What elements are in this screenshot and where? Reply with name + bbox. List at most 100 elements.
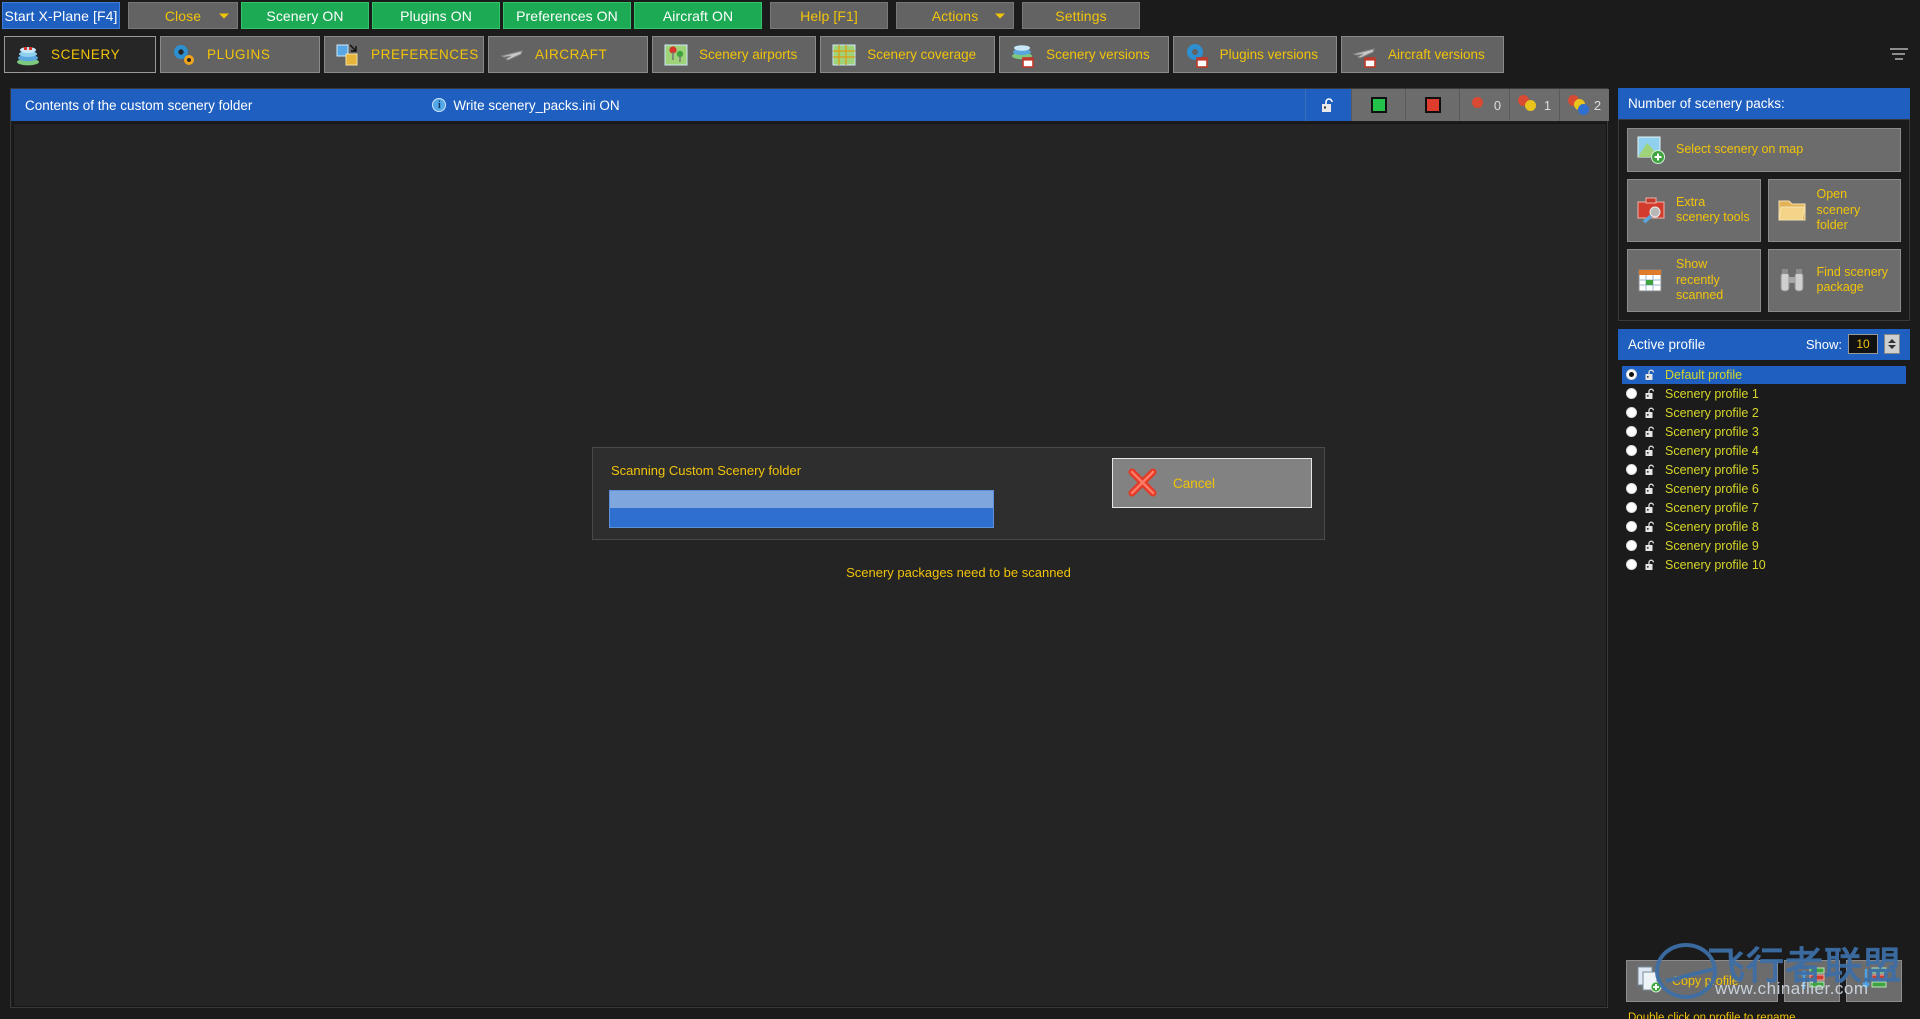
- profile-hint: Double click on profile to rename Right …: [1618, 1002, 1910, 1019]
- settings-button[interactable]: Settings: [1022, 2, 1140, 29]
- airplane-calendar-icon: [1352, 42, 1378, 68]
- cancel-scan-button[interactable]: Cancel: [1112, 458, 1312, 508]
- unlock-icon[interactable]: [1644, 464, 1658, 476]
- tab-scenery[interactable]: SCENERY: [4, 36, 156, 73]
- actions-label: Actions: [931, 7, 979, 24]
- export-profile-button[interactable]: [1846, 959, 1902, 1002]
- unlock-icon[interactable]: [1644, 407, 1658, 419]
- cancel-scan-label: Cancel: [1173, 475, 1216, 491]
- profile-radio-icon[interactable]: [1626, 388, 1637, 400]
- tab-overflow-menu-icon[interactable]: [1890, 48, 1908, 62]
- profile-radio-icon[interactable]: [1626, 521, 1637, 533]
- profile-row-default[interactable]: Default profile: [1622, 365, 1906, 384]
- copy-profile-button[interactable]: Copy profile: [1626, 959, 1778, 1002]
- profile-row-5[interactable]: Scenery profile 5: [1622, 461, 1906, 479]
- plugins-toggle-button[interactable]: Plugins ON: [372, 2, 500, 29]
- unlock-icon[interactable]: [1644, 502, 1658, 514]
- airplane-icon: [499, 42, 525, 68]
- tab-plugins[interactable]: PLUGINS: [160, 36, 320, 73]
- profile-label: Scenery profile 9: [1665, 538, 1759, 553]
- help-button[interactable]: Help [F1]: [770, 2, 888, 29]
- unlock-icon[interactable]: [1644, 559, 1658, 571]
- profile-radio-icon[interactable]: [1626, 502, 1637, 514]
- profile-row-4[interactable]: Scenery profile 4: [1622, 442, 1906, 460]
- scenery-packs-header-label: Number of scenery packs:: [1628, 96, 1785, 111]
- application-window: Start X-Plane [F4] Close Scenery ON Plug…: [0, 0, 1920, 1019]
- profile-radio-icon[interactable]: [1626, 559, 1637, 571]
- profile-hint-line1: Double click on profile to rename: [1628, 1011, 1796, 1019]
- tab-plugins-versions-label: Plugins versions: [1219, 47, 1318, 62]
- profile-radio-icon[interactable]: [1626, 426, 1637, 438]
- folder-icon: [1777, 196, 1806, 224]
- gears-icon: [171, 42, 197, 68]
- aircraft-toggle-button[interactable]: Aircraft ON: [634, 2, 762, 29]
- scenery-toggle-label: Scenery ON: [266, 7, 344, 24]
- profile-row-3[interactable]: Scenery profile 3: [1622, 423, 1906, 441]
- red-yellow-balls-icon: [1517, 95, 1540, 115]
- gear-calendar-icon: [1184, 42, 1210, 68]
- disable-all-button[interactable]: [1405, 89, 1459, 121]
- profile-row-1[interactable]: Scenery profile 1: [1622, 385, 1906, 403]
- show-count-stepper[interactable]: [1884, 334, 1900, 355]
- profile-label: Scenery profile 8: [1665, 519, 1759, 534]
- unlock-icon[interactable]: [1644, 426, 1658, 438]
- chevron-down-icon[interactable]: [995, 13, 1005, 18]
- profile-row-6[interactable]: Scenery profile 6: [1622, 480, 1906, 498]
- preferences-toggle-button[interactable]: Preferences ON: [503, 2, 631, 29]
- count-red-yellow-group[interactable]: 1: [1509, 89, 1559, 121]
- scenery-toggle-button[interactable]: Scenery ON: [241, 2, 369, 29]
- count-red-yellow-blue-group[interactable]: 2: [1559, 89, 1609, 121]
- profile-radio-icon[interactable]: [1626, 407, 1637, 419]
- profile-radio-icon[interactable]: [1626, 464, 1637, 476]
- tab-scenery-coverage[interactable]: Scenery coverage: [820, 36, 996, 73]
- unlock-icon[interactable]: [1644, 540, 1658, 552]
- unlock-icon[interactable]: [1644, 388, 1658, 400]
- tab-preferences[interactable]: PREFERENCES: [324, 36, 484, 73]
- unlock-icon[interactable]: [1644, 483, 1658, 495]
- tab-aircraft-label: AIRCRAFT: [535, 47, 608, 62]
- profile-row-10[interactable]: Scenery profile 10: [1622, 556, 1906, 574]
- profile-radio-icon[interactable]: [1626, 483, 1637, 495]
- actions-button[interactable]: Actions: [896, 2, 1014, 29]
- tab-scenery-airports[interactable]: Scenery airports: [652, 36, 817, 73]
- tab-aircraft[interactable]: AIRCRAFT: [488, 36, 648, 73]
- profile-label: Scenery profile 10: [1665, 557, 1766, 572]
- start-xplane-button[interactable]: Start X-Plane [F4]: [2, 2, 120, 29]
- unlock-icon[interactable]: [1644, 445, 1658, 457]
- show-count-input[interactable]: 10: [1848, 334, 1878, 355]
- unlock-icon[interactable]: [1644, 521, 1658, 533]
- import-profile-button[interactable]: [1784, 959, 1840, 1002]
- open-scenery-folder-button[interactable]: Open scenery folder: [1767, 179, 1901, 242]
- profile-label: Default profile: [1665, 367, 1743, 382]
- green-square-icon: [1370, 97, 1387, 113]
- enable-all-button[interactable]: [1351, 89, 1405, 121]
- profile-list[interactable]: Default profile Scenery profile 1 Scener…: [1618, 359, 1910, 960]
- chevron-down-icon[interactable]: [219, 13, 229, 18]
- red-ball-icon: [1468, 95, 1490, 115]
- show-recently-scanned-button[interactable]: Show recently scanned: [1627, 248, 1761, 312]
- count-red-group[interactable]: 0: [1459, 89, 1509, 121]
- find-scenery-package-label: Find scenery package: [1816, 264, 1889, 295]
- lock-toggle-button[interactable]: [1305, 89, 1351, 121]
- unlock-icon[interactable]: [1644, 369, 1658, 381]
- right-sidebar: Number of scenery packs: Select scenery …: [1618, 88, 1910, 1019]
- profile-row-2[interactable]: Scenery profile 2: [1622, 404, 1906, 422]
- unlock-icon: [1320, 97, 1338, 113]
- select-scenery-on-map-button[interactable]: Select scenery on map: [1627, 128, 1901, 172]
- grid-map-icon: [831, 42, 857, 68]
- show-count-control[interactable]: Show: 10: [1806, 334, 1900, 355]
- tab-plugins-versions[interactable]: Plugins versions: [1172, 36, 1337, 73]
- profile-row-7[interactable]: Scenery profile 7: [1622, 499, 1906, 517]
- profile-row-8[interactable]: Scenery profile 8: [1622, 518, 1906, 536]
- profile-radio-icon[interactable]: [1626, 540, 1637, 552]
- tab-aircraft-versions[interactable]: Aircraft versions: [1340, 36, 1504, 73]
- profile-radio-icon[interactable]: [1626, 369, 1637, 381]
- tab-scenery-versions[interactable]: Scenery versions: [999, 36, 1169, 73]
- write-ini-status[interactable]: i Write scenery_packs.ini ON: [432, 98, 620, 113]
- tab-plugins-label: PLUGINS: [207, 47, 271, 62]
- profile-radio-icon[interactable]: [1626, 445, 1637, 457]
- find-scenery-package-button[interactable]: Find scenery package: [1767, 248, 1901, 312]
- extra-scenery-tools-button[interactable]: Extra scenery tools: [1627, 179, 1761, 242]
- close-button[interactable]: Close: [128, 2, 238, 29]
- profile-row-9[interactable]: Scenery profile 9: [1622, 537, 1906, 555]
